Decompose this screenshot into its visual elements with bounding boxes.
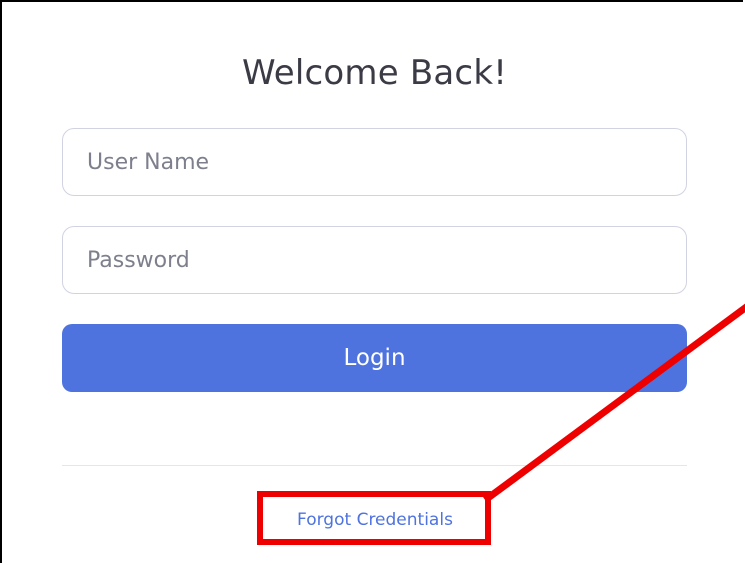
username-input[interactable] — [62, 128, 687, 196]
page-title: Welcome Back! — [241, 52, 508, 93]
annotation-highlight-box — [257, 491, 491, 545]
divider — [62, 465, 687, 466]
login-button[interactable]: Login — [62, 324, 687, 392]
password-input[interactable] — [62, 226, 687, 294]
